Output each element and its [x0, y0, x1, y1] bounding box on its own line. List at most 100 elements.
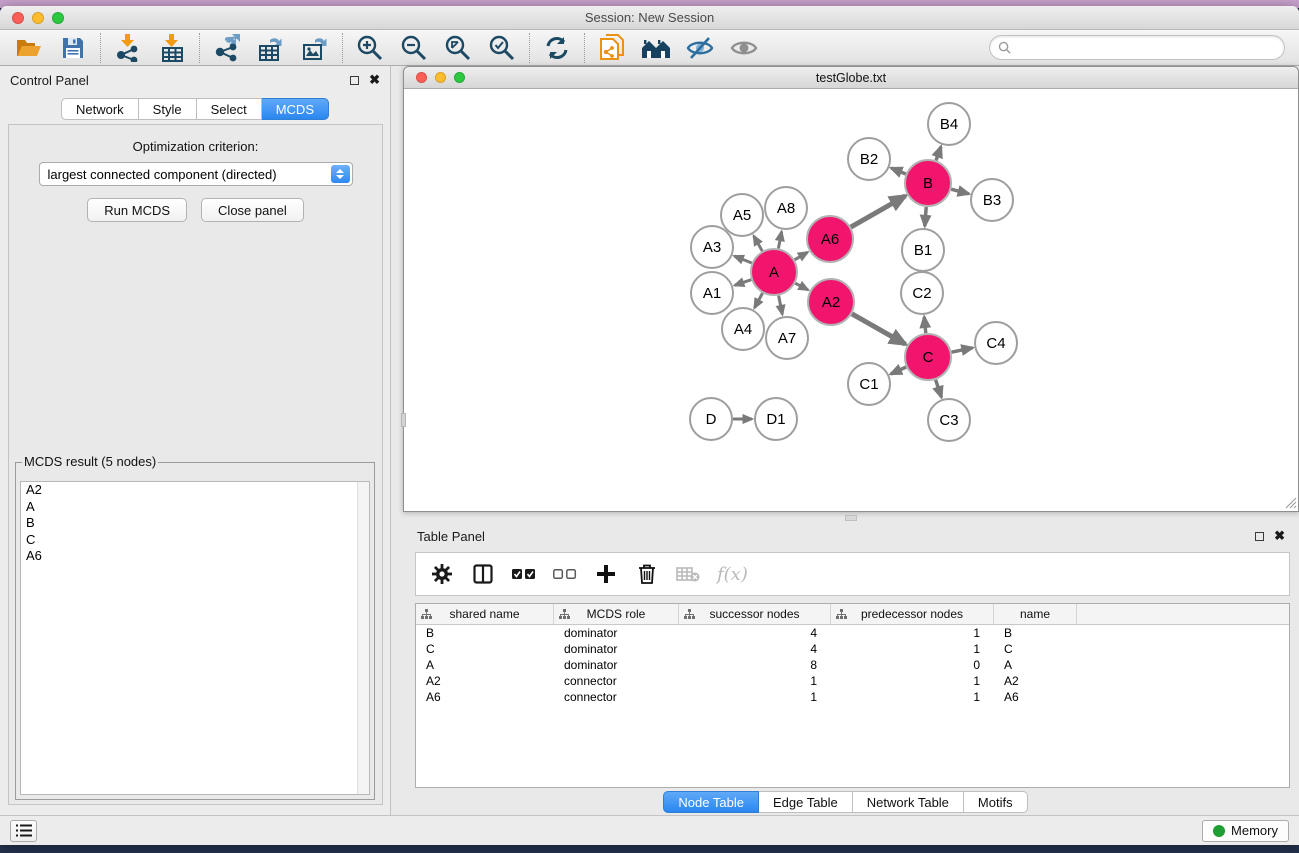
graph-node-D1[interactable]: D1	[755, 398, 797, 440]
zoom-out-icon[interactable]	[399, 34, 429, 62]
network-close-button[interactable]	[416, 72, 427, 83]
zoom-window-button[interactable]	[52, 12, 64, 24]
graph-node-A3[interactable]: A3	[691, 226, 733, 268]
mcds-result-item[interactable]: B	[21, 515, 369, 532]
column-header-shared-name[interactable]: shared name	[416, 604, 554, 624]
graph-node-B3[interactable]: B3	[971, 179, 1013, 221]
save-session-icon[interactable]	[58, 34, 88, 62]
network-canvas[interactable]: B4B2BB3A5A8A6A3B1AA1C2A2A4A7C4CC1C3DD1	[404, 89, 1298, 510]
export-network-icon[interactable]	[212, 34, 242, 62]
run-mcds-button[interactable]: Run MCDS	[87, 198, 187, 222]
graph-node-A4[interactable]: A4	[722, 308, 764, 350]
minimize-window-button[interactable]	[32, 12, 44, 24]
graph-node-C3[interactable]: C3	[928, 399, 970, 441]
network-zoom-button[interactable]	[454, 72, 465, 83]
zoom-fit-icon[interactable]	[443, 34, 473, 62]
table-row[interactable]: A2connector11A2	[416, 673, 1289, 689]
open-session-icon[interactable]	[14, 34, 44, 62]
zoom-selected-icon[interactable]	[487, 34, 517, 62]
table-row[interactable]: A6connector11A6	[416, 689, 1289, 705]
task-history-button[interactable]	[10, 820, 37, 842]
edge-C-C3[interactable]	[936, 380, 942, 397]
graph-node-C[interactable]: C	[905, 334, 951, 380]
mcds-list-scrollbar[interactable]	[357, 482, 369, 794]
table-settings-gear-icon[interactable]	[430, 560, 454, 588]
float-panel-icon[interactable]	[350, 76, 359, 85]
resize-grip-icon[interactable]	[1283, 495, 1297, 509]
edge-A6-B[interactable]	[851, 196, 906, 227]
edge-B-B4[interactable]	[936, 147, 941, 161]
graph-node-B4[interactable]: B4	[928, 103, 970, 145]
table-row[interactable]: Cdominator41C	[416, 641, 1289, 657]
table-tab-motifs[interactable]: Motifs	[964, 791, 1028, 813]
graph-node-C4[interactable]: C4	[975, 322, 1017, 364]
column-header-name[interactable]: name	[994, 604, 1077, 624]
edge-C-C1[interactable]	[891, 367, 906, 374]
graph-node-A[interactable]: A	[751, 249, 797, 295]
edge-A2-C[interactable]	[852, 314, 906, 344]
search-box[interactable]	[989, 35, 1285, 60]
search-input[interactable]	[1015, 41, 1276, 55]
float-table-panel-icon[interactable]	[1255, 532, 1264, 541]
edge-A-A6[interactable]	[795, 252, 808, 260]
apply-preferred-layout-icon[interactable]	[542, 34, 572, 62]
table-tab-edge-table[interactable]: Edge Table	[759, 791, 853, 813]
tab-style[interactable]: Style	[139, 98, 197, 120]
mcds-result-item[interactable]: A	[21, 499, 369, 516]
tab-network[interactable]: Network	[61, 98, 139, 120]
cybrowser-home-icon[interactable]	[641, 34, 671, 62]
create-new-column-icon[interactable]	[594, 560, 618, 588]
graph-node-A5[interactable]: A5	[721, 194, 763, 236]
tab-select[interactable]: Select	[197, 98, 262, 120]
import-network-from-file-icon[interactable]	[113, 34, 143, 62]
edge-A-A1[interactable]	[735, 280, 752, 286]
graph-node-B[interactable]: B	[905, 160, 951, 206]
table-row[interactable]: Bdominator41B	[416, 625, 1289, 641]
graph-node-D[interactable]: D	[690, 398, 732, 440]
edge-C-C4[interactable]	[952, 348, 973, 352]
open-network-in-ndex-icon[interactable]	[597, 34, 627, 62]
delete-table-icon[interactable]	[676, 560, 700, 588]
table-row[interactable]: Adominator80A	[416, 657, 1289, 673]
edge-A-A4[interactable]	[754, 293, 762, 308]
graph-node-C2[interactable]: C2	[901, 272, 943, 314]
table-tab-node-table[interactable]: Node Table	[663, 791, 759, 813]
edge-B-B1[interactable]	[925, 207, 926, 226]
delete-columns-trash-icon[interactable]	[635, 560, 659, 588]
show-hide-panel-eye-icon[interactable]	[729, 34, 759, 62]
edge-A-A5[interactable]	[754, 236, 763, 251]
graph-node-C1[interactable]: C1	[848, 363, 890, 405]
criterion-select[interactable]: largest connected component (directed)	[39, 162, 353, 186]
edge-B-B3[interactable]	[951, 189, 969, 194]
export-image-icon[interactable]	[300, 34, 330, 62]
column-header-MCDS-role[interactable]: MCDS role	[554, 604, 679, 624]
memory-button[interactable]: Memory	[1202, 820, 1289, 842]
graph-node-A6[interactable]: A6	[807, 216, 853, 262]
function-builder-icon[interactable]: f(x)	[717, 564, 748, 585]
edge-A-A3[interactable]	[734, 256, 751, 263]
mcds-result-item[interactable]: A6	[21, 548, 369, 565]
mcds-result-item[interactable]: A2	[21, 482, 369, 499]
network-minimize-button[interactable]	[435, 72, 446, 83]
tab-mcds[interactable]: MCDS	[262, 98, 329, 120]
zoom-in-icon[interactable]	[355, 34, 385, 62]
import-table-from-file-icon[interactable]	[157, 34, 187, 62]
show-column-panel-icon[interactable]	[471, 560, 495, 588]
vertical-splitter-handle[interactable]	[401, 413, 406, 427]
edge-A-A8[interactable]	[778, 232, 781, 249]
unselect-all-columns-icon[interactable]	[553, 560, 577, 588]
horizontal-splitter-handle[interactable]	[845, 515, 857, 521]
close-panel-icon[interactable]: ✖	[369, 75, 380, 85]
close-window-button[interactable]	[12, 12, 24, 24]
edge-A-A2[interactable]	[795, 283, 808, 290]
export-table-icon[interactable]	[256, 34, 286, 62]
close-panel-button[interactable]: Close panel	[201, 198, 304, 222]
edge-A-A7[interactable]	[779, 296, 783, 315]
graph-node-A8[interactable]: A8	[765, 187, 807, 229]
graph-node-A7[interactable]: A7	[766, 317, 808, 359]
graph-node-B2[interactable]: B2	[848, 138, 890, 180]
mcds-result-item[interactable]: C	[21, 532, 369, 549]
edge-C-C2[interactable]	[924, 317, 926, 333]
edge-B-B2[interactable]	[891, 168, 906, 174]
hide-graphics-details-icon[interactable]	[685, 34, 715, 62]
